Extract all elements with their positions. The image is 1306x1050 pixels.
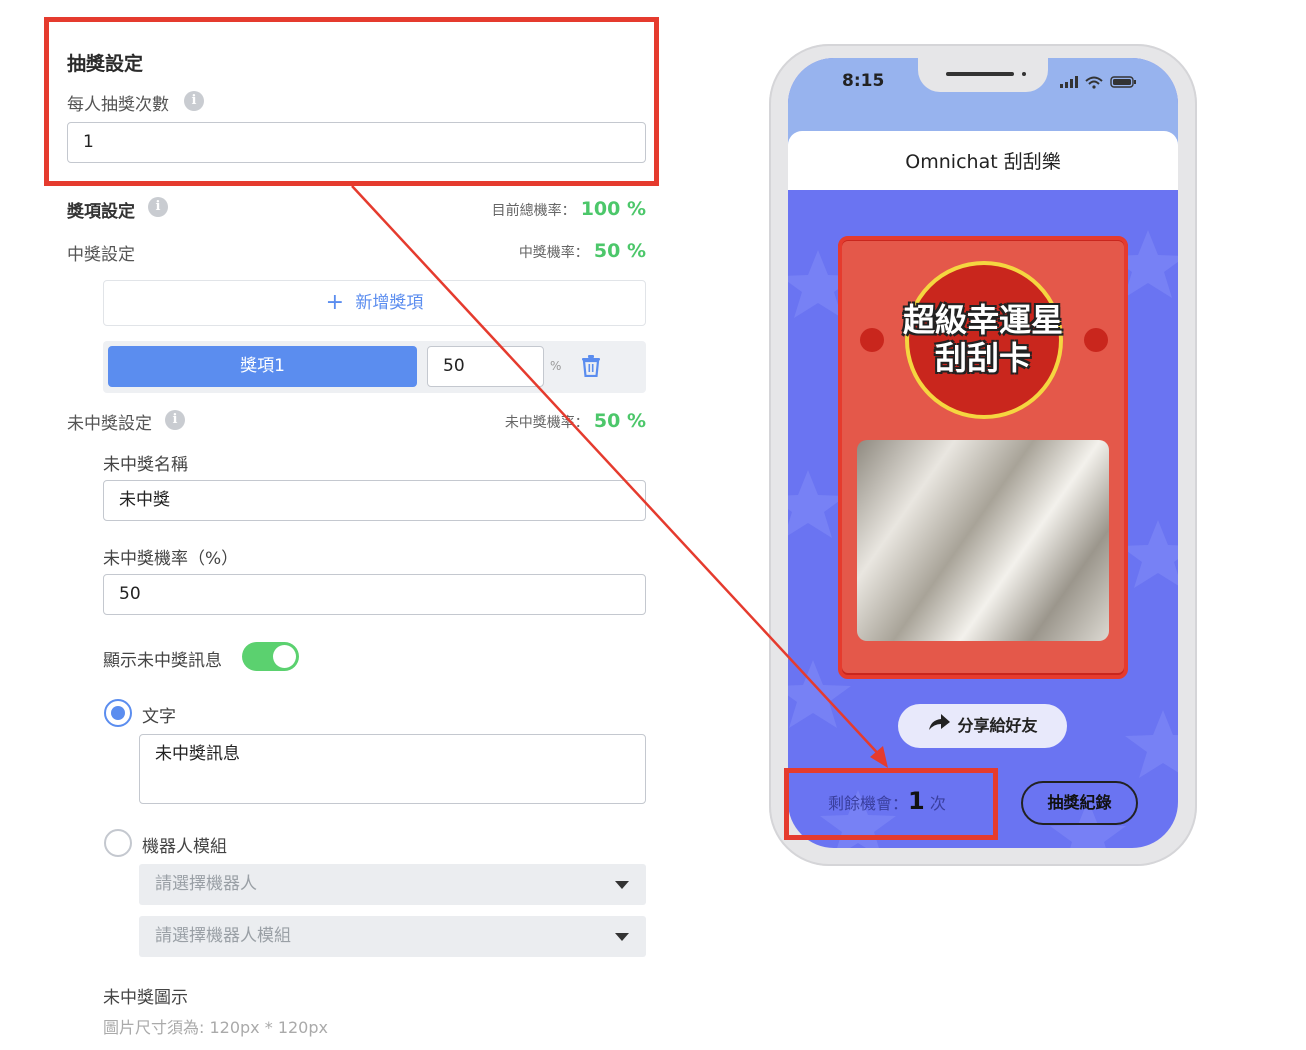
- connector-arrow: [351, 185, 888, 768]
